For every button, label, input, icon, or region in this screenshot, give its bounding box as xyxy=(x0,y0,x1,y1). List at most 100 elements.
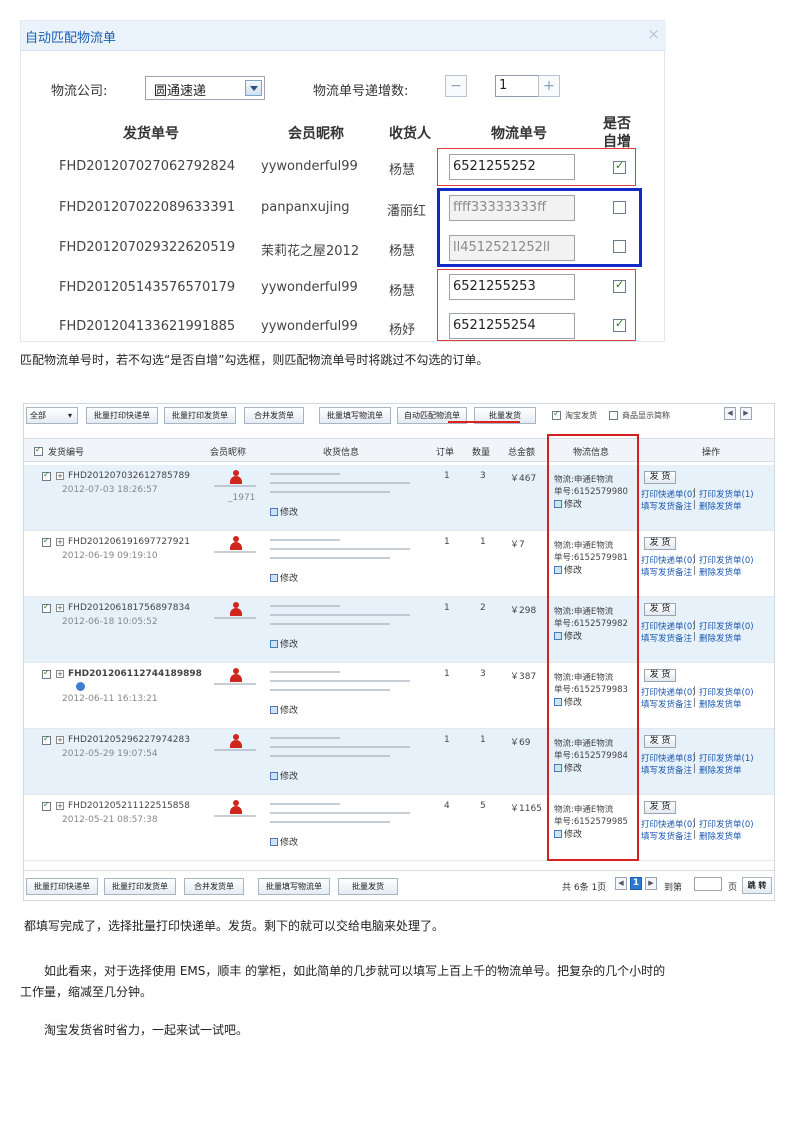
order-no[interactable]: FHD201205211122515858 xyxy=(68,801,190,811)
highlight-box-red xyxy=(437,269,636,341)
print-express-link[interactable]: 打印快递单(0) xyxy=(641,554,696,566)
prev-arrow-icon[interactable]: ◀ xyxy=(724,407,736,420)
footer-batch-fill-logistics-button[interactable]: 批量填写物流单 xyxy=(258,878,330,895)
page-number-input[interactable] xyxy=(694,877,722,891)
row-checkbox[interactable] xyxy=(42,734,51,745)
next-arrow-icon[interactable]: ▶ xyxy=(740,407,752,420)
edit-shipping-link[interactable]: 修改 xyxy=(270,769,298,782)
th-shipping: 收货信息 xyxy=(323,448,360,458)
edit-shipping-link[interactable]: 修改 xyxy=(270,571,298,584)
separator: | xyxy=(693,554,696,564)
taobao-ship-checkbox[interactable] xyxy=(552,409,561,420)
th-total: 总金额 xyxy=(508,448,536,458)
row-member: 茉莉花之屋2012 xyxy=(261,244,360,259)
redacted-address xyxy=(270,755,390,757)
expand-icon[interactable]: + xyxy=(56,670,64,678)
order-no[interactable]: FHD201206191697727921 xyxy=(68,537,190,547)
company-selected-value: 圆通速递 xyxy=(154,84,207,99)
order-no[interactable]: FHD201205296227974283 xyxy=(68,735,190,745)
next-page-icon[interactable]: ▶ xyxy=(645,877,657,890)
edit-shipping-link[interactable]: 修改 xyxy=(270,835,298,848)
merge-invoice-button[interactable]: 合并发货单 xyxy=(244,407,304,424)
table-row: + FHD20120703261278578​9 2012-07-03 18:26:… xyxy=(24,465,774,531)
fill-note-link[interactable]: 填写发货备注 xyxy=(641,764,692,776)
info-icon[interactable] xyxy=(76,682,85,691)
edit-shipping-link[interactable]: 修改 xyxy=(270,637,298,650)
ship-button[interactable]: 发 货 xyxy=(644,471,676,484)
fill-note-link[interactable]: 填写发货备注 xyxy=(641,500,692,512)
fill-note-link[interactable]: 填写发货备注 xyxy=(641,830,692,842)
expand-icon[interactable]: + xyxy=(56,472,64,480)
ship-button[interactable]: 发 货 xyxy=(644,537,676,550)
expand-icon[interactable]: + xyxy=(56,538,64,546)
order-no[interactable]: FHD201206181756897834 xyxy=(68,603,190,613)
edit-shipping-link[interactable]: 修改 xyxy=(270,703,298,716)
member-tag: _1971 xyxy=(228,493,256,503)
edit-shipping-link[interactable]: 修改 xyxy=(270,505,298,518)
ship-button[interactable]: 发 货 xyxy=(644,603,676,616)
order-date: 2012-06-11 16:13:21 xyxy=(62,694,158,704)
row-checkbox[interactable] xyxy=(42,668,51,679)
batch-print-invoice-button[interactable]: 批量打印发货单 xyxy=(164,407,236,424)
footer-batch-ship-button[interactable]: 批量发货 xyxy=(338,878,398,895)
decrement-button[interactable]: − xyxy=(445,75,467,97)
batch-fill-logistics-button[interactable]: 批量填写物流单 xyxy=(319,407,391,424)
ship-button[interactable]: 发 货 xyxy=(644,669,676,682)
row-checkbox[interactable] xyxy=(42,602,51,613)
fill-note-link[interactable]: 填写发货备注 xyxy=(641,566,692,578)
print-express-link[interactable]: 打印快递单(8) xyxy=(641,752,696,764)
print-express-link[interactable]: 打印快递单(0) xyxy=(641,818,696,830)
delete-invoice-link[interactable]: 删除发货单 xyxy=(699,698,742,710)
expand-icon[interactable]: + xyxy=(56,802,64,810)
redacted-member xyxy=(214,815,256,817)
print-invoice-link[interactable]: 打印发货单(0) xyxy=(699,686,754,698)
current-page-button[interactable]: 1 xyxy=(630,877,642,890)
print-invoice-link[interactable]: 打印发货单(0) xyxy=(699,620,754,632)
highlight-logistics-column xyxy=(547,434,639,861)
footer-merge-invoice-button[interactable]: 合并发货单 xyxy=(184,878,244,895)
ship-button[interactable]: 发 货 xyxy=(644,801,676,814)
delete-invoice-link[interactable]: 删除发货单 xyxy=(699,632,742,644)
redacted-address xyxy=(270,548,410,550)
print-express-link[interactable]: 打印快递单(0) xyxy=(641,620,696,632)
increment-button[interactable]: + xyxy=(538,75,560,97)
fill-note-link[interactable]: 填写发货备注 xyxy=(641,632,692,644)
status-filter-select[interactable]: 全部 ▾ xyxy=(26,407,78,424)
logistics-company-select[interactable]: 圆通速递 xyxy=(145,76,265,100)
expand-icon[interactable]: + xyxy=(56,604,64,612)
quantity: 3 xyxy=(480,471,486,481)
delete-invoice-link[interactable]: 删除发货单 xyxy=(699,566,742,578)
edit-icon xyxy=(270,838,278,846)
close-icon[interactable]: × xyxy=(647,25,660,43)
short-name-checkbox[interactable] xyxy=(609,411,618,420)
delete-invoice-link[interactable]: 删除发货单 xyxy=(699,764,742,776)
row-receiver: 杨慧 xyxy=(389,163,416,178)
fill-note-link[interactable]: 填写发货备注 xyxy=(641,698,692,710)
select-all-checkbox[interactable] xyxy=(34,445,43,456)
ship-button[interactable]: 发 货 xyxy=(644,735,676,748)
row-checkbox[interactable] xyxy=(42,536,51,547)
print-express-link[interactable]: 打印快递单(0) xyxy=(641,686,696,698)
row-checkbox[interactable] xyxy=(42,470,51,481)
batch-print-express-button[interactable]: 批量打印快递单 xyxy=(86,407,158,424)
footer-batch-print-express-button[interactable]: 批量打印快递单 xyxy=(26,878,98,895)
row-checkbox[interactable] xyxy=(42,800,51,811)
print-invoice-link[interactable]: 打印发货单(0) xyxy=(699,818,754,830)
expand-icon[interactable]: + xyxy=(56,736,64,744)
prev-page-icon[interactable]: ◀ xyxy=(615,877,627,890)
footer-batch-print-invoice-button[interactable]: 批量打印发货单 xyxy=(104,878,176,895)
print-invoice-link[interactable]: 打印发货单(0) xyxy=(699,554,754,566)
taobao-ship-label: 淘宝发货 xyxy=(565,411,597,420)
redacted-address xyxy=(270,539,340,541)
order-no[interactable]: FHD20120703261278578​9 xyxy=(68,471,190,481)
delete-invoice-link[interactable]: 删除发货单 xyxy=(699,830,742,842)
delete-invoice-link[interactable]: 删除发货单 xyxy=(699,500,742,512)
order-no[interactable]: FHD201206112744189898 xyxy=(68,669,202,679)
chevron-down-icon[interactable] xyxy=(245,80,262,96)
print-express-link[interactable]: 打印快递单(0) xyxy=(641,488,696,500)
print-invoice-link[interactable]: 打印发货单(1) xyxy=(699,488,754,500)
edit-icon xyxy=(270,574,278,582)
separator: | xyxy=(693,752,696,762)
print-invoice-link[interactable]: 打印发货单(1) xyxy=(699,752,754,764)
jump-button[interactable]: 跳 转 xyxy=(742,877,772,894)
